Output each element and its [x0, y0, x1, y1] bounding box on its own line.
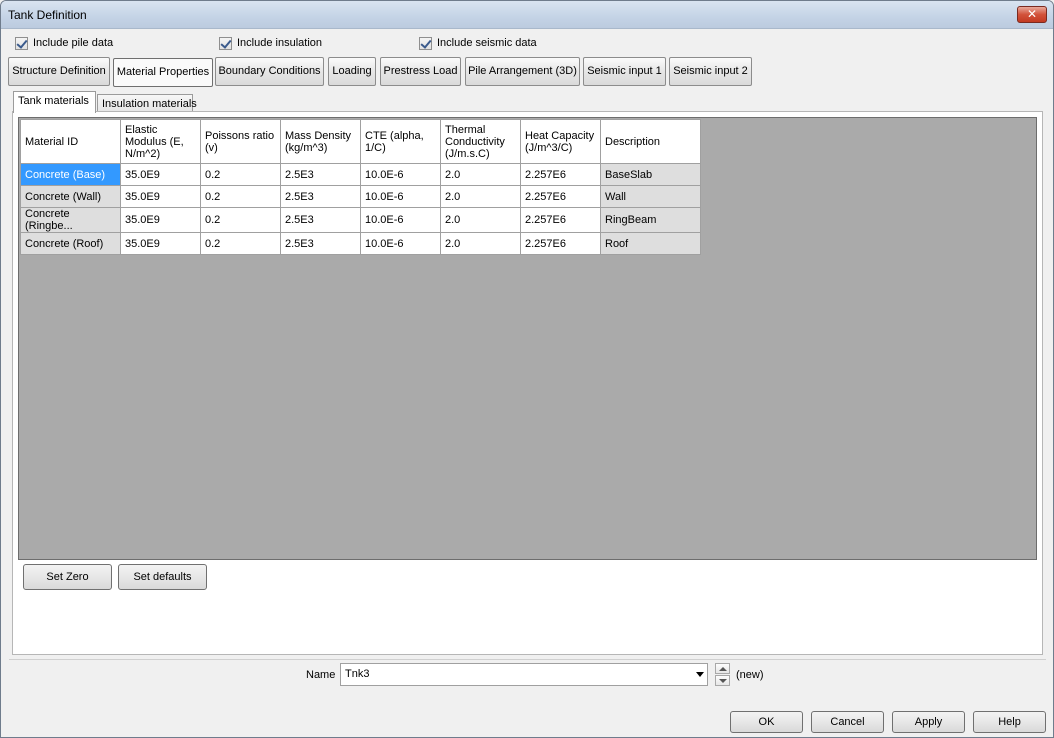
- window-title: Tank Definition: [8, 8, 87, 22]
- tab-seismic-input-2[interactable]: Seismic input 2: [669, 57, 752, 86]
- cell-elastic-modulus[interactable]: 35.0E9: [120, 185, 201, 208]
- cell-description[interactable]: Wall: [600, 185, 701, 208]
- cell-mass-density[interactable]: 2.5E3: [280, 232, 361, 255]
- column-header[interactable]: Poissons ratio (v): [200, 119, 281, 164]
- cell-cte[interactable]: 10.0E-6: [360, 232, 441, 255]
- cell-mass-density[interactable]: 2.5E3: [280, 207, 361, 233]
- name-label: Name: [306, 669, 336, 681]
- table-row[interactable]: Concrete (Wall) 35.0E9 0.2 2.5E3 10.0E-6…: [20, 185, 701, 208]
- cell-elastic-modulus[interactable]: 35.0E9: [120, 163, 201, 186]
- cell-elastic-modulus[interactable]: 35.0E9: [120, 207, 201, 233]
- cell-thermal-conductivity[interactable]: 2.0: [440, 207, 521, 233]
- column-header[interactable]: Mass Density (kg/m^3): [280, 119, 361, 164]
- tank-definition-window: Tank Definition ✕ Include pile data Incl…: [0, 0, 1054, 738]
- column-header[interactable]: Thermal Conductivity (J/m.s.C): [440, 119, 521, 164]
- checkbox-checked-icon[interactable]: [219, 36, 232, 50]
- name-combobox[interactable]: Tnk3: [340, 663, 708, 686]
- column-header[interactable]: Elastic Modulus (E, N/m^2): [120, 119, 201, 164]
- include-seismic-data-checkbox[interactable]: Include seismic data: [419, 36, 537, 50]
- cell-poissons-ratio[interactable]: 0.2: [200, 232, 281, 255]
- tab-boundary-conditions[interactable]: Boundary Conditions: [215, 57, 324, 86]
- cell-heat-capacity[interactable]: 2.257E6: [520, 185, 601, 208]
- cell-poissons-ratio[interactable]: 0.2: [200, 163, 281, 186]
- column-header[interactable]: CTE (alpha, 1/C): [360, 119, 441, 164]
- include-insulation-checkbox[interactable]: Include insulation: [219, 36, 322, 50]
- cell-material-id[interactable]: Concrete (Wall): [20, 185, 121, 208]
- cell-cte[interactable]: 10.0E-6: [360, 207, 441, 233]
- cell-description[interactable]: Roof: [600, 232, 701, 255]
- cell-thermal-conductivity[interactable]: 2.0: [440, 163, 521, 186]
- cell-material-id[interactable]: Concrete (Ringbe...: [20, 207, 121, 233]
- apply-button[interactable]: Apply: [892, 711, 965, 733]
- cell-description[interactable]: RingBeam: [600, 207, 701, 233]
- table-row[interactable]: Concrete (Ringbe... 35.0E9 0.2 2.5E3 10.…: [20, 207, 701, 233]
- cell-mass-density[interactable]: 2.5E3: [280, 185, 361, 208]
- include-seismic-data-label: Include seismic data: [437, 37, 537, 49]
- cell-cte[interactable]: 10.0E-6: [360, 185, 441, 208]
- table-row[interactable]: Concrete (Roof) 35.0E9 0.2 2.5E3 10.0E-6…: [20, 232, 701, 255]
- materials-grid[interactable]: Material ID Elastic Modulus (E, N/m^2) P…: [18, 117, 1037, 560]
- cell-material-id[interactable]: Concrete (Base): [20, 163, 121, 186]
- subtab-tank-materials[interactable]: Tank materials: [13, 91, 96, 113]
- include-pile-data-label: Include pile data: [33, 37, 114, 49]
- tab-seismic-input-1[interactable]: Seismic input 1: [583, 57, 666, 86]
- cell-description[interactable]: BaseSlab: [600, 163, 701, 186]
- cell-heat-capacity[interactable]: 2.257E6: [520, 163, 601, 186]
- cell-material-id[interactable]: Concrete (Roof): [20, 232, 121, 255]
- checkbox-checked-icon[interactable]: [15, 36, 28, 50]
- name-value: Tnk3: [345, 668, 370, 680]
- tab-loading[interactable]: Loading: [328, 57, 376, 86]
- name-status: (new): [736, 669, 764, 681]
- column-header[interactable]: Description: [600, 119, 701, 164]
- tab-material-properties[interactable]: Material Properties: [113, 58, 213, 87]
- cell-elastic-modulus[interactable]: 35.0E9: [120, 232, 201, 255]
- cell-thermal-conductivity[interactable]: 2.0: [440, 232, 521, 255]
- materials-table: Material ID Elastic Modulus (E, N/m^2) P…: [20, 119, 701, 255]
- tab-pile-arrangement-3d[interactable]: Pile Arrangement (3D): [465, 57, 580, 86]
- set-defaults-button[interactable]: Set defaults: [118, 564, 207, 590]
- close-icon: ✕: [1026, 7, 1038, 21]
- title-bar[interactable]: Tank Definition ✕: [1, 1, 1053, 29]
- cell-poissons-ratio[interactable]: 0.2: [200, 185, 281, 208]
- column-header[interactable]: Material ID: [20, 119, 121, 164]
- cell-heat-capacity[interactable]: 2.257E6: [520, 207, 601, 233]
- close-button[interactable]: ✕: [1017, 6, 1047, 23]
- chevron-down-icon[interactable]: [696, 672, 704, 677]
- cell-poissons-ratio[interactable]: 0.2: [200, 207, 281, 233]
- ok-button[interactable]: OK: [730, 711, 803, 733]
- checkbox-checked-icon[interactable]: [419, 36, 432, 50]
- table-row[interactable]: Concrete (Base) 35.0E9 0.2 2.5E3 10.0E-6…: [20, 163, 701, 186]
- set-zero-button[interactable]: Set Zero: [23, 564, 112, 590]
- include-pile-data-checkbox[interactable]: Include pile data: [15, 36, 113, 50]
- tab-structure-definition[interactable]: Structure Definition: [8, 57, 110, 86]
- cell-thermal-conductivity[interactable]: 2.0: [440, 185, 521, 208]
- help-button[interactable]: Help: [973, 711, 1046, 733]
- cancel-button[interactable]: Cancel: [811, 711, 884, 733]
- cell-cte[interactable]: 10.0E-6: [360, 163, 441, 186]
- spin-up-button[interactable]: [715, 663, 730, 674]
- spin-down-button[interactable]: [715, 675, 730, 686]
- column-header[interactable]: Heat Capacity (J/m^3/C): [520, 119, 601, 164]
- include-insulation-label: Include insulation: [237, 37, 323, 49]
- cell-mass-density[interactable]: 2.5E3: [280, 163, 361, 186]
- table-header-row: Material ID Elastic Modulus (E, N/m^2) P…: [20, 119, 701, 164]
- cell-heat-capacity[interactable]: 2.257E6: [520, 232, 601, 255]
- tab-prestress-load[interactable]: Prestress Load: [380, 57, 461, 86]
